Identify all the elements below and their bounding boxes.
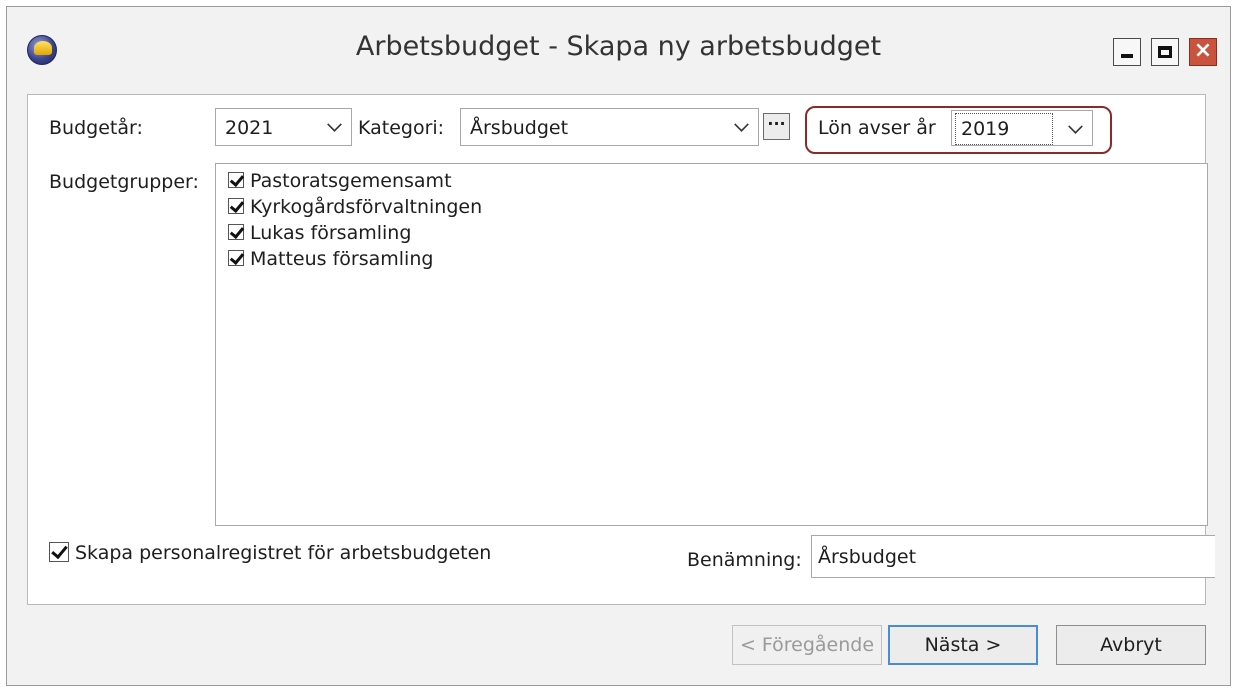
cancel-button[interactable]: Avbryt <box>1056 625 1206 665</box>
checkbox-checked-icon[interactable] <box>228 197 244 214</box>
chevron-down-icon <box>1068 119 1083 134</box>
chevron-down-icon <box>327 117 342 132</box>
kategori-label: Kategori: <box>358 117 445 139</box>
list-item[interactable]: Kyrkogårdsförvaltningen <box>228 196 482 220</box>
lon-avser-label: Lön avser år <box>818 117 936 139</box>
budgetar-select[interactable]: 2021 <box>215 108 352 146</box>
budgetar-value: 2021 <box>225 117 274 139</box>
checkbox-checked-icon[interactable] <box>228 249 244 266</box>
skapa-personalregister-checkbox[interactable]: Skapa personalregistret för arbetsbudget… <box>49 541 491 564</box>
list-item[interactable]: Pastoratsgemensamt <box>228 170 452 194</box>
checkbox-checked-icon[interactable] <box>228 223 244 240</box>
next-button[interactable]: Nästa > <box>888 625 1038 665</box>
chevron-down-icon <box>734 117 749 132</box>
list-item[interactable]: Matteus församling <box>228 248 433 272</box>
list-item[interactable]: Lukas församling <box>228 222 411 246</box>
title-bar: Arbetsbudget - Skapa ny arbetsbudget × <box>7 7 1230 85</box>
close-icon[interactable]: × <box>1189 38 1217 66</box>
kategori-value: Årsbudget <box>470 117 569 139</box>
minimize-icon[interactable] <box>1113 38 1141 66</box>
benamning-label: Benämning: <box>687 549 802 571</box>
budgetar-label: Budgetår: <box>49 117 143 139</box>
maximize-icon[interactable] <box>1151 38 1179 66</box>
budgetgrupper-label: Budgetgrupper: <box>49 171 199 193</box>
previous-button[interactable]: < Föregående <box>732 625 882 665</box>
window-title: Arbetsbudget - Skapa ny arbetsbudget <box>355 31 882 62</box>
budgetgrupper-list[interactable]: Pastoratsgemensamt Kyrkogårdsförvaltning… <box>215 163 1208 526</box>
kategori-select[interactable]: Årsbudget <box>460 108 759 146</box>
checkbox-checked-icon[interactable] <box>228 171 244 188</box>
benamning-input[interactable]: Årsbudget <box>811 535 1215 578</box>
focus-rectangle <box>955 113 1053 145</box>
benamning-value: Årsbudget <box>818 546 917 568</box>
checkbox-checked-icon[interactable] <box>49 541 69 562</box>
kategori-browse-button[interactable]: ··· <box>763 113 790 140</box>
